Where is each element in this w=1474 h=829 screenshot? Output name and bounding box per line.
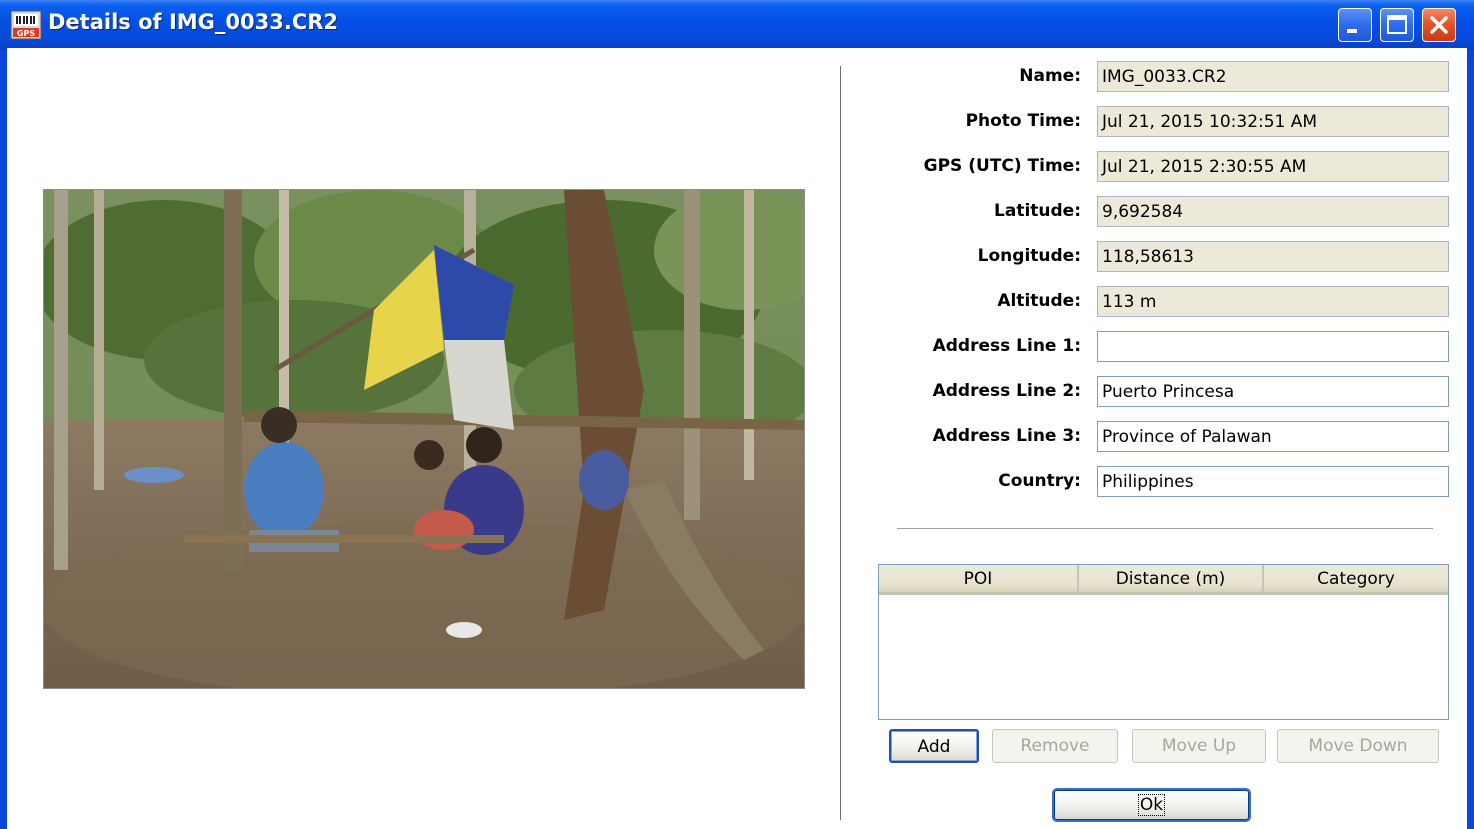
address-line-1-field[interactable]: [1097, 331, 1449, 362]
address-line-3-field[interactable]: Province of Palawan: [1097, 421, 1449, 452]
add-button-label: Add: [917, 737, 951, 757]
longitude-label: Longitude:: [977, 246, 1081, 266]
distance-column-header[interactable]: Distance (m): [1079, 565, 1264, 595]
dialog-body: Name: Photo Time: GPS (UTC) Time: Latitu…: [7, 48, 1467, 829]
minimize-button[interactable]: [1338, 8, 1372, 42]
altitude-label: Altitude:: [997, 291, 1081, 311]
move-down-button-label: Move Down: [1308, 736, 1408, 756]
details-window: GPS Details of IMG_0033.CR2 Name: Photo …: [0, 0, 1474, 829]
gps-time-field[interactable]: Jul 21, 2015 2:30:55 AM: [1097, 151, 1449, 182]
move-up-button[interactable]: Move Up: [1132, 729, 1266, 763]
add-button[interactable]: Add: [889, 729, 979, 763]
ok-button[interactable]: Ok: [1052, 788, 1251, 822]
longitude-field[interactable]: 118,58613: [1097, 241, 1449, 272]
poi-column-header[interactable]: POI: [879, 565, 1079, 595]
window-title: Details of IMG_0033.CR2: [48, 10, 339, 34]
address-line-3-label: Address Line 3:: [932, 426, 1081, 446]
remove-button[interactable]: Remove: [992, 729, 1118, 763]
address-line-2-field[interactable]: Puerto Princesa: [1097, 376, 1449, 407]
section-separator: [897, 528, 1433, 529]
move-down-button[interactable]: Move Down: [1277, 729, 1439, 763]
remove-button-label: Remove: [1020, 736, 1090, 756]
close-icon: [1430, 16, 1448, 34]
gps-time-label: GPS (UTC) Time:: [923, 156, 1081, 176]
ok-button-label: Ok: [1137, 794, 1166, 816]
name-label: Name:: [1019, 66, 1081, 86]
address-line-2-label: Address Line 2:: [932, 381, 1081, 401]
poi-table[interactable]: POI Distance (m) Category: [878, 564, 1449, 720]
maximize-button[interactable]: [1380, 8, 1414, 42]
close-button[interactable]: [1422, 8, 1456, 42]
svg-text:GPS: GPS: [17, 29, 35, 38]
address-line-1-label: Address Line 1:: [932, 336, 1081, 356]
minimize-icon: [1347, 29, 1357, 33]
photo-image: [44, 190, 804, 688]
maximize-icon: [1387, 15, 1407, 34]
move-up-button-label: Move Up: [1161, 736, 1237, 756]
country-field[interactable]: Philippines: [1097, 466, 1449, 497]
country-label: Country:: [998, 471, 1081, 491]
altitude-field[interactable]: 113 m: [1097, 286, 1449, 317]
photo-time-label: Photo Time:: [965, 111, 1081, 131]
latitude-field[interactable]: 9,692584: [1097, 196, 1449, 227]
gps-app-icon: GPS: [10, 10, 42, 40]
category-column-header[interactable]: Category: [1264, 565, 1448, 595]
latitude-label: Latitude:: [994, 201, 1081, 221]
title-bar[interactable]: GPS Details of IMG_0033.CR2: [0, 0, 1474, 50]
photo-time-field[interactable]: Jul 21, 2015 10:32:51 AM: [1097, 106, 1449, 137]
photo-preview: [43, 189, 805, 689]
name-field[interactable]: IMG_0033.CR2: [1097, 61, 1449, 92]
